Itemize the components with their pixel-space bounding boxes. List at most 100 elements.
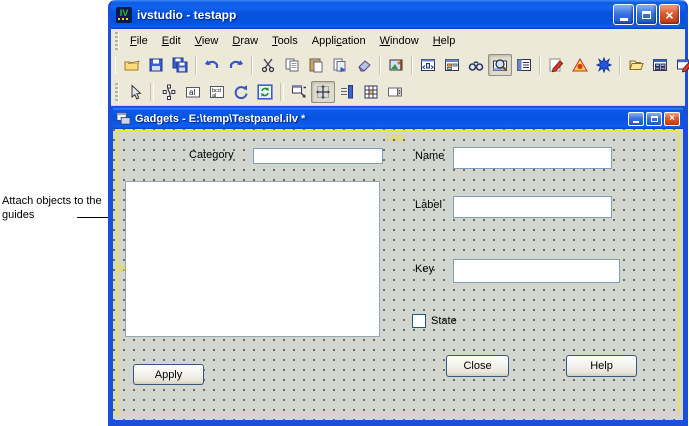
- gadgets-title: Gadgets - E:\temp\Testpanel.ilv *: [135, 113, 624, 125]
- menu-window[interactable]: Window: [373, 33, 426, 49]
- minimize-button[interactable]: [613, 4, 634, 25]
- design-panel[interactable]: 100 100 Category Name Label Key State Ap…: [113, 129, 683, 420]
- tool-group-editor-button[interactable]: [512, 54, 536, 76]
- tool-save-all-button[interactable]: [168, 54, 192, 76]
- rotate-icon: [233, 84, 249, 100]
- tool-undo-button[interactable]: [200, 54, 224, 76]
- alerts-icon: [572, 57, 588, 73]
- tool-edit-points-button[interactable]: [157, 81, 181, 103]
- toolbar-separator: [280, 83, 284, 101]
- transfer-panel-icon: [420, 57, 436, 73]
- tool-align-objects-button[interactable]: [335, 81, 359, 103]
- tool-rotate-button[interactable]: [229, 81, 253, 103]
- minimize-icon: [633, 121, 639, 123]
- tool-reload-button[interactable]: [253, 81, 277, 103]
- toolbar-separator: [251, 56, 253, 74]
- menu-help[interactable]: Help: [426, 33, 463, 49]
- tool-matrix-gadget-button[interactable]: [359, 81, 383, 103]
- tool-label-gadget-button[interactable]: al: [181, 81, 205, 103]
- save-icon: [148, 57, 164, 73]
- toolbar-edit-grip[interactable]: [115, 83, 119, 101]
- edit-window-icon: [676, 57, 689, 73]
- close-icon: ×: [665, 8, 673, 22]
- open-panel-icon: [628, 57, 644, 73]
- menu-draw[interactable]: Draw: [225, 33, 265, 49]
- tool-open-file-button[interactable]: [120, 54, 144, 76]
- app-titlebar[interactable]: IV ivstudio - testapp ×: [111, 0, 685, 29]
- tool-inspect-panel-button[interactable]: [440, 54, 464, 76]
- toolbar-separator: [379, 56, 381, 74]
- tool-resize-mode-button[interactable]: [311, 81, 335, 103]
- name-label: Name: [415, 150, 444, 162]
- label-gadget-icon: al: [185, 84, 201, 100]
- tool-cut-button[interactable]: [256, 54, 280, 76]
- open-file-icon: [124, 57, 140, 73]
- menu-view[interactable]: View: [188, 33, 226, 49]
- panel-window-icon: [116, 111, 131, 126]
- tool-zoom-panel-button[interactable]: [488, 54, 512, 76]
- tool-duplicate-button[interactable]: [328, 54, 352, 76]
- list-placeholder[interactable]: [125, 181, 380, 337]
- name-field[interactable]: [453, 147, 612, 169]
- close-panel-button[interactable]: Close: [446, 355, 509, 377]
- apply-button[interactable]: Apply: [133, 364, 204, 385]
- spin-gadget-icon: [387, 84, 403, 100]
- duplicate-icon: [332, 57, 348, 73]
- inspect-panel-icon: [444, 57, 460, 73]
- toolbar-main-grip[interactable]: [115, 56, 116, 74]
- tool-edit-script-button[interactable]: [544, 54, 568, 76]
- toolbar-separator: [539, 56, 541, 74]
- tool-alerts-button[interactable]: [568, 54, 592, 76]
- tool-debug-button[interactable]: [592, 54, 616, 76]
- toolbar-separator: [411, 56, 413, 74]
- guide-label-top[interactable]: 100: [385, 133, 403, 145]
- tool-copy-button[interactable]: [280, 54, 304, 76]
- close-button[interactable]: ×: [659, 4, 680, 25]
- annotation-callout-line: [77, 217, 111, 218]
- window-controls: ×: [613, 4, 680, 25]
- state-checkbox[interactable]: [412, 314, 426, 328]
- menu-application[interactable]: Application: [305, 33, 373, 49]
- toolbar-edit: albcdal: [111, 78, 685, 106]
- tool-redo-button[interactable]: [224, 54, 248, 76]
- tool-attach-guides-button[interactable]: [287, 81, 311, 103]
- tool-insert-image-button[interactable]: [384, 54, 408, 76]
- tool-open-panel-button[interactable]: [624, 54, 648, 76]
- key-field[interactable]: [453, 259, 620, 283]
- gadgets-minimize-button[interactable]: [628, 112, 644, 126]
- menu-edit[interactable]: Edit: [155, 33, 188, 49]
- tool-edit-window-button[interactable]: [672, 54, 689, 76]
- help-button[interactable]: Help: [566, 355, 637, 377]
- svg-text:al: al: [189, 88, 195, 97]
- tool-multiline-gadget-button[interactable]: bcdal: [205, 81, 229, 103]
- reload-icon: [257, 84, 273, 100]
- resize-mode-icon: [315, 84, 331, 100]
- toolbar-separator: [619, 56, 621, 74]
- tool-find-button[interactable]: [464, 54, 488, 76]
- gadgets-titlebar[interactable]: Gadgets - E:\temp\Testpanel.ilv * ×: [113, 108, 683, 129]
- debug-icon: [596, 57, 612, 73]
- maximize-button[interactable]: [636, 4, 657, 25]
- matrix-gadget-icon: [363, 84, 379, 100]
- gadgets-close-button[interactable]: ×: [664, 112, 680, 126]
- gadgets-maximize-button[interactable]: [646, 112, 662, 126]
- tool-paste-button[interactable]: [304, 54, 328, 76]
- svg-text:al: al: [212, 93, 216, 99]
- tool-transfer-panel-button[interactable]: [416, 54, 440, 76]
- menubar-grip[interactable]: [115, 32, 119, 50]
- key-label: Key: [415, 263, 434, 275]
- paste-icon: [308, 57, 324, 73]
- insert-image-icon: [388, 57, 404, 73]
- tool-spin-gadget-button[interactable]: [383, 81, 407, 103]
- tool-select-button[interactable]: [123, 81, 147, 103]
- label-label: Label: [415, 199, 442, 211]
- edit-script-icon: [548, 57, 564, 73]
- state-label: State: [431, 315, 457, 327]
- category-field[interactable]: [253, 148, 383, 164]
- menu-file[interactable]: File: [123, 33, 155, 49]
- tool-save-button[interactable]: [144, 54, 168, 76]
- menu-tools[interactable]: Tools: [265, 33, 305, 49]
- label-field[interactable]: [453, 196, 612, 218]
- tool-erase-button[interactable]: [352, 54, 376, 76]
- tool-arrange-windows-button[interactable]: [648, 54, 672, 76]
